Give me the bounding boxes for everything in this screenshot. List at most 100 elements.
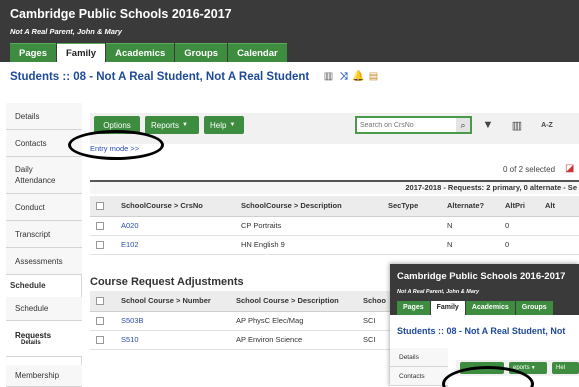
table-cell: SCI (357, 311, 390, 331)
tab-family[interactable]: Family (57, 43, 106, 62)
sidebar-item-conduct[interactable]: Conduct (6, 194, 82, 221)
nav-tabs: Pages Family Academics Groups Calendar (10, 43, 288, 62)
page-title: Students :: 08 - Not A Real Student, Not… (10, 71, 310, 83)
table-row: E102 HN English 9 N 0 (90, 235, 579, 255)
sidebar-item-membership[interactable]: Membership (6, 365, 82, 387)
table-cell: HN English 9 (235, 235, 382, 255)
inset-tab-family[interactable]: Family (430, 301, 465, 315)
inset-help-button[interactable]: Hel (552, 362, 579, 374)
course-link[interactable]: S503B (121, 316, 144, 325)
sidebar-item-requests[interactable]: Requests Details (6, 321, 82, 357)
column-header[interactable]: AltPri (499, 196, 539, 217)
select-all-checkbox[interactable] (90, 291, 115, 312)
help-button[interactable]: Help ▼ (204, 116, 244, 134)
reports-label: Reports (151, 120, 180, 130)
search-input[interactable] (357, 118, 456, 132)
caret-down-icon: ▼ (182, 122, 188, 128)
column-header[interactable]: Schoo (357, 291, 390, 312)
row-checkbox[interactable] (90, 216, 115, 236)
column-header[interactable]: Alt (539, 196, 579, 217)
inset-app-title: Cambridge Public Schools 2016-2017 (397, 271, 566, 282)
caret-down-icon: ▼ (530, 365, 536, 371)
course-link[interactable]: S510 (121, 335, 139, 344)
inset-sidebar-item-details[interactable]: Details (390, 348, 448, 367)
table-cell: AP Environ Science (230, 330, 357, 350)
inset-page-title: Students :: 08 - Not A Real Student, Not (397, 326, 566, 336)
table-cell: N (441, 216, 499, 236)
column-header[interactable]: Alternate? (441, 196, 499, 217)
eraser-icon[interactable]: ◪ (565, 163, 574, 174)
row-checkbox[interactable] (90, 311, 115, 331)
sidebar-item-label: Schedule (15, 304, 49, 313)
tab-calendar[interactable]: Calendar (228, 43, 287, 62)
table-cell: AP PhysC Elec/Mag (230, 311, 357, 331)
inset-header: Cambridge Public Schools 2016-2017 Not A… (390, 264, 579, 315)
sidebar-item-label: Requests (15, 331, 52, 340)
table-cell: N (441, 235, 499, 255)
sidebar-item-daily-attendance[interactable]: Daily Attendance (6, 157, 82, 194)
table-cell: 0 (499, 216, 539, 236)
select-all-checkbox[interactable] (90, 196, 115, 217)
column-header[interactable]: School Course > Number (115, 291, 230, 312)
tab-academics[interactable]: Academics (106, 43, 175, 62)
requests-table: SchoolCourse > CrsNo SchoolCourse > Desc… (90, 196, 579, 255)
table-cell: 0 (499, 235, 539, 255)
inset-nav-tabs: Pages Family Academics Groups (397, 301, 554, 315)
inset-tab-pages[interactable]: Pages (397, 301, 430, 315)
inset-sidebar-item-contacts[interactable]: Contacts (390, 367, 448, 386)
sidebar-item-label: Details (15, 111, 40, 121)
search-icon[interactable]: ⌕ (456, 118, 470, 132)
selected-count: 0 of 2 selected (503, 165, 556, 174)
sort-label: A-Z (541, 121, 553, 129)
table-row: S503B AP PhysC Elec/Mag SCI (90, 311, 390, 331)
adjustments-heading: Course Request Adjustments (90, 276, 244, 288)
app-header: Cambridge Public Schools 2016-2017 Not A… (0, 0, 579, 62)
filter-icon[interactable]: ▼ (477, 116, 499, 134)
table-row: S510 AP Environ Science SCI (90, 330, 390, 350)
caret-down-icon: ▼ (229, 122, 236, 128)
row-checkbox[interactable] (90, 330, 115, 350)
sidebar-item-details[interactable]: Details (6, 103, 82, 130)
sidebar-item-label: Membership (15, 371, 60, 380)
sidebar-item-label: Daily Attendance (15, 165, 56, 185)
tab-groups[interactable]: Groups (175, 43, 228, 62)
sidebar-subitem-details[interactable]: Details (15, 340, 82, 346)
vcard-icon[interactable]: ▤ (367, 70, 380, 83)
table-cell (382, 235, 441, 255)
shuffle-icon[interactable]: ⤨ (337, 70, 350, 83)
columns-icon[interactable]: ▥ (506, 116, 528, 134)
user-name: Not A Real Parent, John & Mary (10, 27, 122, 36)
table-header-row: SchoolCourse > CrsNo SchoolCourse > Desc… (90, 196, 579, 217)
table-header-row: School Course > Number School Course > D… (90, 291, 390, 312)
sidebar-item-schedule[interactable]: Schedule (6, 297, 82, 321)
table-cell (539, 216, 579, 236)
sidebar-item-transcript[interactable]: Transcript (6, 221, 82, 248)
column-header[interactable]: SchoolCourse > Description (235, 196, 382, 217)
help-label: Help (210, 120, 227, 130)
sort-az-icon[interactable]: A-Z (533, 116, 561, 134)
app-title: Cambridge Public Schools 2016-2017 (10, 7, 232, 21)
alert-bell-icon[interactable]: 🔔 (352, 70, 365, 83)
column-header[interactable]: SchoolCourse > CrsNo (115, 196, 235, 217)
column-header[interactable]: School Course > Description (230, 291, 357, 312)
table-cell: CP Portraits (235, 216, 382, 236)
inset-tab-groups[interactable]: Groups (515, 301, 553, 315)
inset-tab-academics[interactable]: Academics (465, 301, 515, 315)
toolbar: Options Reports ▼ Help ▼ ⌕ ▼ ▥ A-Z (90, 113, 579, 144)
sidebar-item-assessments[interactable]: Assessments (6, 248, 82, 275)
row-checkbox[interactable] (90, 235, 115, 255)
report-icon[interactable]: ▥ (322, 70, 335, 83)
sidebar-section-schedule: Schedule (10, 281, 46, 290)
requests-summary: 2017-2018 - Requests: 2 primary, 0 alter… (90, 180, 579, 194)
course-link[interactable]: E102 (121, 240, 139, 249)
adjustments-table: School Course > Number School Course > D… (90, 291, 390, 350)
inset-screenshot: Cambridge Public Schools 2016-2017 Not A… (390, 264, 579, 387)
tab-pages[interactable]: Pages (10, 43, 56, 62)
column-header[interactable]: SecType (382, 196, 441, 217)
reports-button[interactable]: Reports ▼ (145, 116, 199, 134)
annotation-circle (68, 130, 164, 160)
sidebar-item-label: Transcript (15, 229, 51, 239)
sidebar-item-label: Conduct (15, 202, 45, 212)
search-box: ⌕ (355, 116, 472, 134)
course-link[interactable]: A020 (121, 221, 139, 230)
